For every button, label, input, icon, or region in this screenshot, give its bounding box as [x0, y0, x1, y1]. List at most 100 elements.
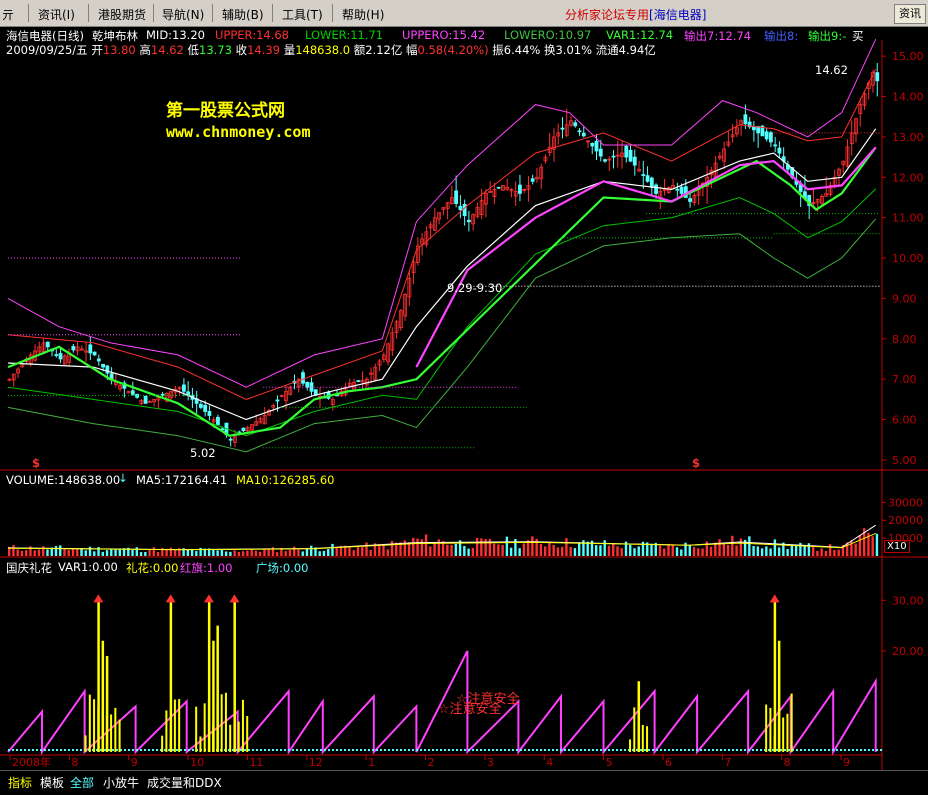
series-line-mid [7, 128, 877, 421]
tab-all[interactable]: 全部 [70, 774, 94, 791]
volume-bar [522, 543, 526, 556]
candle-body [54, 354, 59, 356]
volume-bar [599, 545, 602, 556]
candle-body [496, 186, 501, 189]
gift-spike-small [212, 724, 215, 752]
gift-spike-small [220, 694, 223, 752]
gift-title: 国庆礼花 [6, 561, 52, 575]
volume-bar [84, 550, 87, 556]
volume-bar [671, 544, 674, 556]
gift-spike-small [169, 740, 172, 752]
volume-bar [284, 551, 287, 556]
candle-body [96, 358, 101, 362]
candle-body [649, 177, 654, 188]
gift-spike-small [782, 717, 785, 752]
volume-bar [63, 548, 66, 556]
volume-bar [828, 544, 832, 556]
volume-bar [595, 545, 598, 556]
volume-bar [144, 551, 147, 556]
volume-bar [76, 549, 79, 556]
candle-body [518, 184, 522, 194]
red-flag-icon [769, 594, 780, 603]
gift-spike-small [105, 715, 108, 752]
volume-bar [412, 537, 415, 556]
time-tick-label: 8 [784, 756, 791, 769]
candle-body [92, 351, 97, 356]
candle-body [58, 353, 63, 360]
volume-bar [760, 548, 764, 556]
volume-bar [577, 542, 581, 556]
volume-bar [20, 550, 24, 556]
output8-value: 输出8: [764, 29, 799, 43]
time-tick-label: 9 [843, 756, 850, 769]
gift-spike-small [161, 735, 164, 752]
price-tick-label: 11.00 [892, 212, 924, 225]
volume-bar [633, 548, 636, 556]
volume-bar [620, 548, 623, 556]
volume-bar [833, 550, 836, 556]
gift-spike-small [246, 716, 249, 752]
volume-bar [246, 550, 249, 556]
candle-body [632, 156, 637, 166]
candle-body [530, 178, 535, 182]
volume-bar [335, 547, 338, 556]
volume-bar [480, 538, 483, 556]
tab-volume-ddx[interactable]: 成交量和DDX [147, 774, 222, 791]
candle-body [875, 72, 880, 82]
volume-bar [475, 537, 479, 556]
candle-body [199, 403, 203, 408]
volume-bar [816, 550, 819, 556]
info-amount: 额2.12亿 [353, 43, 403, 57]
volume-bar [790, 544, 794, 556]
volume-bar [450, 544, 453, 556]
volume-bar [854, 543, 857, 556]
volume-bar [824, 550, 828, 556]
tab-xiaofangniu[interactable]: 小放牛 [103, 774, 139, 791]
candle-body [207, 411, 212, 416]
candle-body [458, 205, 463, 210]
gift-spike-small [114, 707, 117, 752]
volume-bar [765, 546, 768, 556]
dollar-marker-right: $ [692, 456, 701, 470]
volume-bar [156, 551, 160, 556]
price-tick-label: 13.00 [892, 131, 924, 144]
tab-template[interactable]: 模板 [40, 774, 64, 791]
volume-bar [552, 544, 555, 556]
volume-bar [497, 544, 500, 556]
candle-body [216, 416, 220, 425]
gift-spike-small [237, 721, 240, 752]
candle-body [581, 132, 586, 137]
gift-lihua: 礼花:0.00 [126, 561, 179, 575]
info-vol: 148638.0 [295, 43, 351, 57]
candle-body [603, 159, 607, 162]
volume-bar [241, 551, 245, 556]
volume-bar [173, 550, 177, 556]
tab-indicator[interactable]: 指标 [8, 774, 32, 791]
volume-bar [356, 546, 360, 556]
time-tick-label: 2008年 [12, 755, 51, 769]
info-vol-label: 量 [283, 43, 296, 57]
volume-bar [531, 536, 534, 556]
volume-bar [858, 535, 862, 556]
candle-body [356, 380, 361, 382]
volume-tick-label: 20000 [888, 514, 923, 527]
volume-bar [709, 546, 713, 556]
red-flag-icon [93, 594, 104, 603]
volume-bar [539, 543, 543, 556]
price-tick-label: 5.00 [892, 454, 917, 467]
volume-bar [786, 549, 789, 556]
time-tick-label: 3 [487, 756, 494, 769]
volume-bar [739, 538, 743, 556]
candle-body [454, 190, 459, 204]
candle-body [143, 395, 148, 404]
volume-bar [875, 533, 879, 556]
volume-bar [467, 548, 470, 556]
volume-bar [25, 550, 28, 556]
time-tick-label: 10 [190, 756, 204, 769]
gift-guangchang: 广场:0.00 [256, 561, 309, 575]
gift-spike-small [88, 694, 91, 752]
volume-bar [67, 549, 70, 556]
volume-bar [352, 550, 355, 556]
var1-value: VAR1:12.74 [606, 28, 674, 42]
volume-bar [186, 549, 190, 556]
